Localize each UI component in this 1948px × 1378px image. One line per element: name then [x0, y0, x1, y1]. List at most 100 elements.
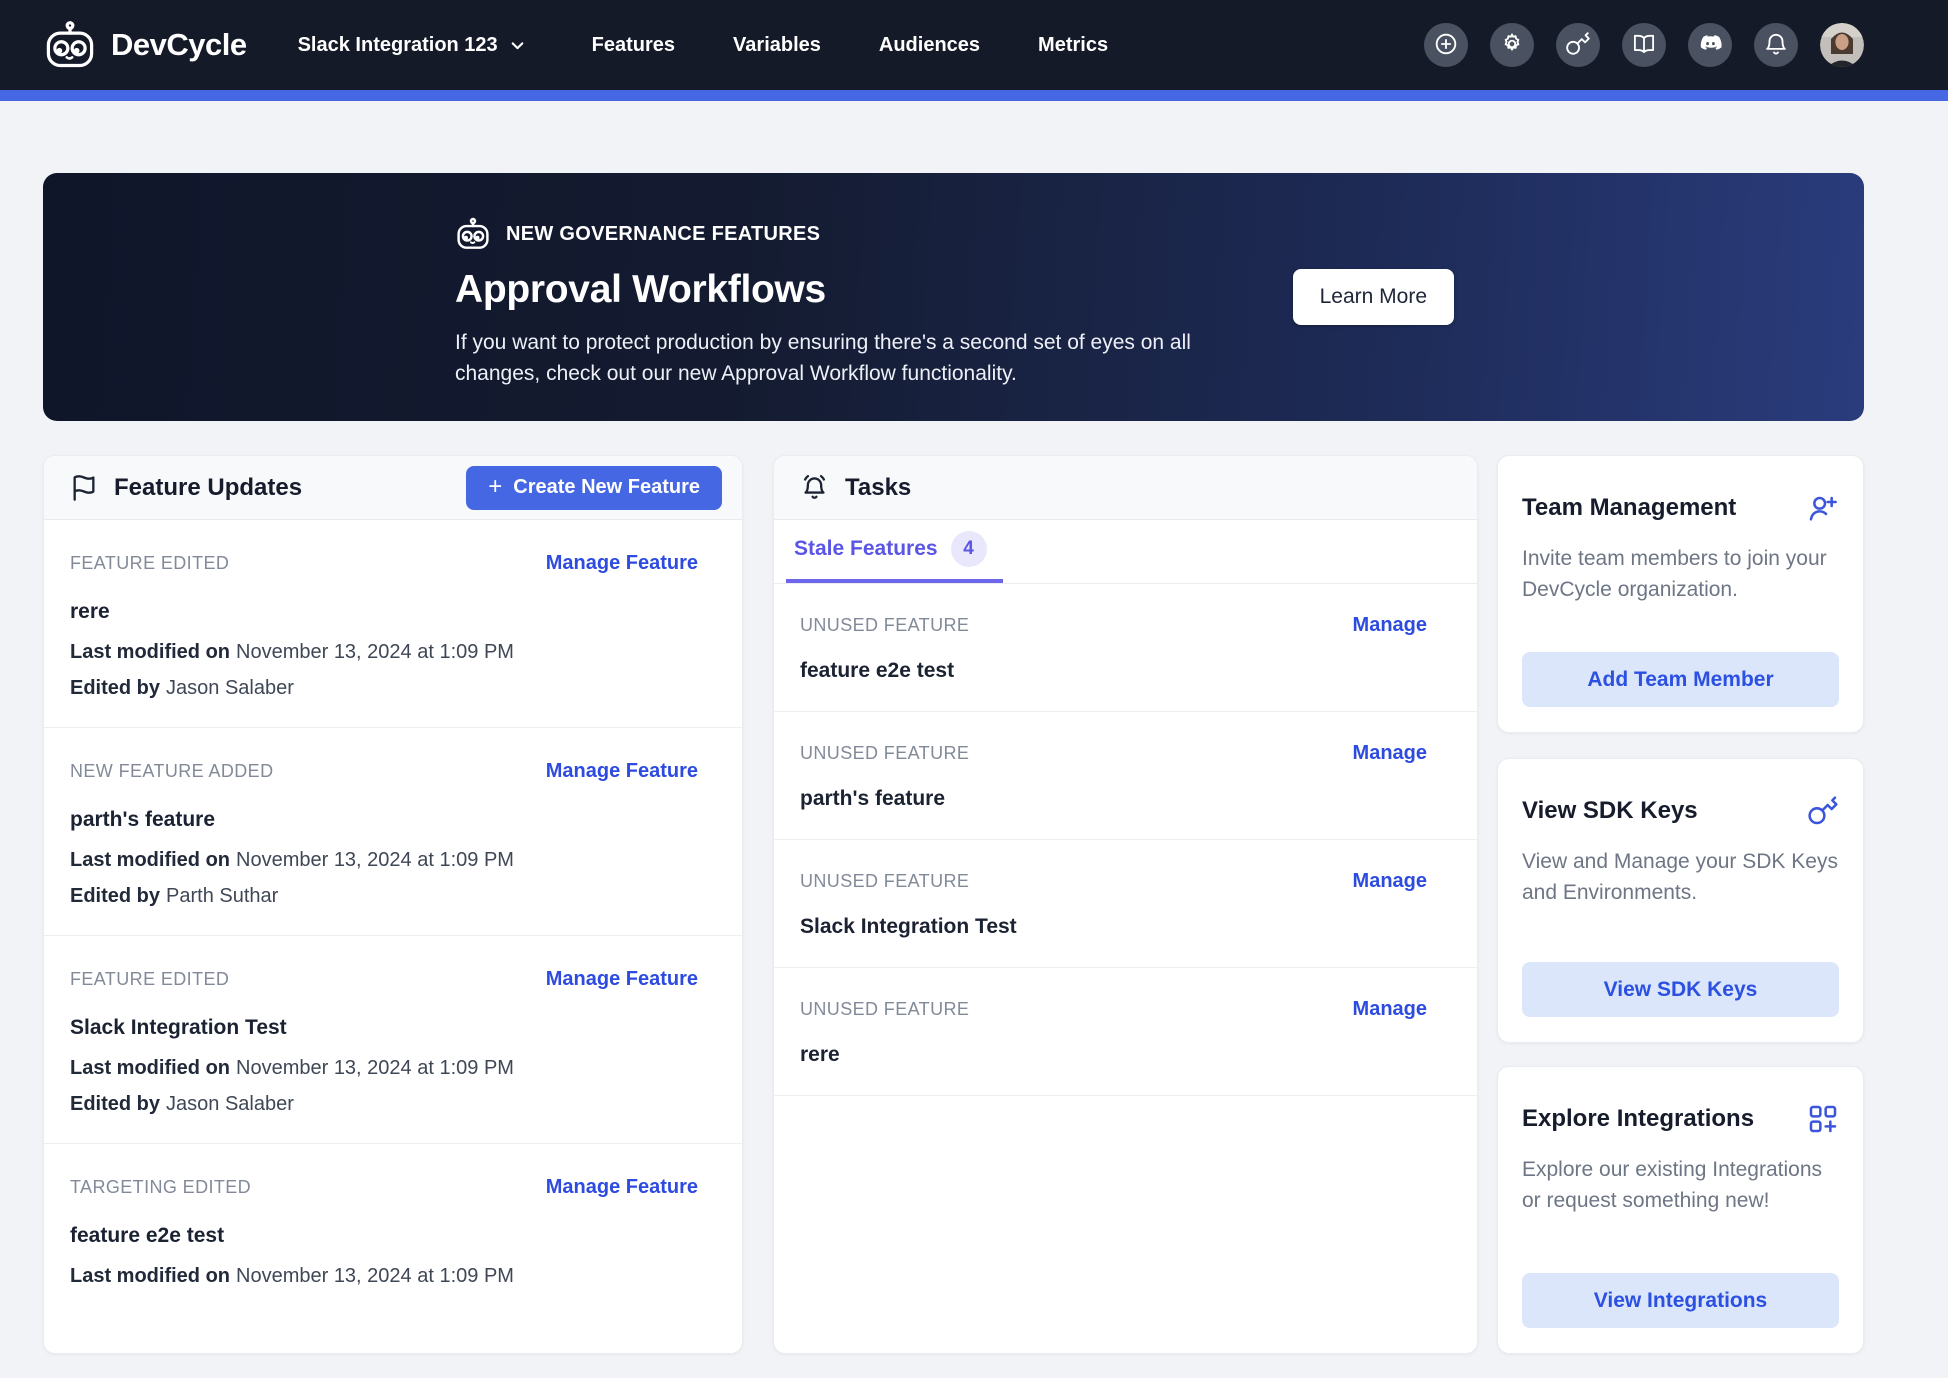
brand-name: DevCycle	[111, 27, 247, 63]
stale-features-count-badge: 4	[951, 531, 987, 567]
feature-name: rere	[70, 600, 698, 624]
create-button[interactable]	[1424, 23, 1468, 67]
notifications-bell-icon	[1763, 31, 1789, 60]
task-type-label: UNUSED FEATURE	[800, 615, 969, 636]
team-management-card: Team Management Invite team members to j…	[1497, 455, 1864, 733]
create-new-feature-button[interactable]: + Create New Feature	[466, 466, 722, 510]
task-type-label: UNUSED FEATURE	[800, 871, 969, 892]
event-type-label: TARGETING EDITED	[70, 1177, 251, 1198]
task-type-label: UNUSED FEATURE	[800, 743, 969, 764]
nav-item-metrics[interactable]: Metrics	[1038, 34, 1108, 57]
manage-link[interactable]: Manage	[1353, 742, 1427, 765]
primary-nav: Features Variables Audiences Metrics	[592, 34, 1108, 57]
manage-feature-link[interactable]: Manage Feature	[546, 968, 698, 991]
last-modified-line: Last modified onNovember 13, 2024 at 1:0…	[70, 1265, 698, 1288]
discord-button[interactable]	[1688, 23, 1732, 67]
brand: DevCycle	[43, 20, 247, 70]
docs-button[interactable]	[1622, 23, 1666, 67]
bell-ring-icon	[800, 473, 829, 502]
feature-update-row: TARGETING EDITED Manage Feature feature …	[44, 1144, 742, 1315]
feature-name: parth's feature	[70, 808, 698, 832]
feature-update-row: NEW FEATURE ADDED Manage Feature parth's…	[44, 728, 742, 936]
learn-more-button[interactable]: Learn More	[1293, 269, 1454, 325]
plus-icon: +	[488, 473, 502, 501]
explore-integrations-title: Explore Integrations	[1522, 1105, 1754, 1133]
project-selector[interactable]: Slack Integration 123	[298, 34, 526, 57]
main-content: NEW GOVERNANCE FEATURES Approval Workflo…	[0, 101, 1948, 1354]
feature-name: Slack Integration Test	[70, 1016, 698, 1040]
task-row: UNUSED FEATURE Manage rere	[774, 968, 1477, 1096]
view-sdk-keys-title: View SDK Keys	[1522, 797, 1698, 825]
nav-item-features[interactable]: Features	[592, 34, 675, 57]
event-type-label: NEW FEATURE ADDED	[70, 761, 273, 782]
nav-item-variables[interactable]: Variables	[733, 34, 821, 57]
add-team-member-button[interactable]: Add Team Member	[1522, 652, 1839, 707]
task-type-label: UNUSED FEATURE	[800, 999, 969, 1020]
explore-integrations-description: Explore our existing Integrations or req…	[1522, 1154, 1839, 1216]
settings-button[interactable]	[1490, 23, 1534, 67]
edited-by-line: Edited byParth Suthar	[70, 885, 698, 908]
tasks-card: Tasks Stale Features 4 UNUSED FEATURE Ma…	[773, 455, 1478, 1354]
discord-icon	[1697, 30, 1724, 60]
user-plus-icon	[1807, 492, 1839, 524]
manage-feature-link[interactable]: Manage Feature	[546, 760, 698, 783]
togglebot-robot-icon	[455, 217, 491, 251]
team-management-title: Team Management	[1522, 494, 1736, 522]
task-feature-name: parth's feature	[800, 787, 1427, 811]
task-feature-name: rere	[800, 1043, 1427, 1067]
manage-link[interactable]: Manage	[1353, 870, 1427, 893]
feature-update-row: FEATURE EDITED Manage Feature Slack Inte…	[44, 936, 742, 1144]
hero-description: If you want to protect production by ens…	[455, 327, 1225, 389]
manage-feature-link[interactable]: Manage Feature	[546, 552, 698, 575]
key-icon	[1807, 795, 1839, 827]
devcycle-logo-icon	[43, 20, 97, 70]
settings-gear-icon	[1499, 31, 1525, 60]
last-modified-line: Last modified onNovember 13, 2024 at 1:0…	[70, 641, 698, 664]
tasks-header: Tasks	[774, 456, 1477, 520]
task-row: UNUSED FEATURE Manage Slack Integration …	[774, 840, 1477, 968]
avatar-photo	[1820, 23, 1864, 67]
edited-by-line: Edited byJason Salaber	[70, 1093, 698, 1116]
feature-name: feature e2e test	[70, 1224, 698, 1248]
hero-eyebrow: NEW GOVERNANCE FEATURES	[455, 217, 1864, 251]
feature-updates-header: Feature Updates + Create New Feature	[44, 456, 742, 520]
accent-bar	[0, 90, 1948, 101]
manage-link[interactable]: Manage	[1353, 998, 1427, 1021]
last-modified-line: Last modified onNovember 13, 2024 at 1:0…	[70, 849, 698, 872]
grid-plus-icon	[1807, 1103, 1839, 1135]
task-row: UNUSED FEATURE Manage feature e2e test	[774, 584, 1477, 712]
hero-eyebrow-text: NEW GOVERNANCE FEATURES	[506, 223, 820, 246]
explore-integrations-card: Explore Integrations Explore our existin…	[1497, 1066, 1864, 1354]
create-icon	[1433, 31, 1459, 60]
top-nav: DevCycle Slack Integration 123 Features …	[0, 0, 1948, 90]
nav-item-audiences[interactable]: Audiences	[879, 34, 980, 57]
task-feature-name: Slack Integration Test	[800, 915, 1427, 939]
view-sdk-keys-description: View and Manage your SDK Keys and Enviro…	[1522, 846, 1839, 908]
hero-title: Approval Workflows	[455, 268, 1864, 312]
feature-updates-card: Feature Updates + Create New Feature FEA…	[43, 455, 743, 1354]
view-sdk-keys-button[interactable]: View SDK Keys	[1522, 962, 1839, 1017]
chevron-down-icon	[509, 37, 526, 54]
flag-icon	[70, 474, 98, 502]
view-sdk-keys-card: View SDK Keys View and Manage your SDK K…	[1497, 758, 1864, 1043]
last-modified-line: Last modified onNovember 13, 2024 at 1:0…	[70, 1057, 698, 1080]
task-feature-name: feature e2e test	[800, 659, 1427, 683]
avatar[interactable]	[1820, 23, 1864, 67]
view-integrations-button[interactable]: View Integrations	[1522, 1273, 1839, 1328]
project-selector-label: Slack Integration 123	[298, 34, 498, 57]
tab-stale-features[interactable]: Stale Features 4	[786, 519, 1003, 583]
manage-feature-link[interactable]: Manage Feature	[546, 1176, 698, 1199]
docs-book-icon	[1631, 31, 1657, 60]
manage-link[interactable]: Manage	[1353, 614, 1427, 637]
feature-update-row: FEATURE EDITED Manage Feature rere Last …	[44, 520, 742, 728]
edited-by-line: Edited byJason Salaber	[70, 677, 698, 700]
hero-banner: NEW GOVERNANCE FEATURES Approval Workflo…	[43, 173, 1864, 421]
sidebar-cards: Team Management Invite team members to j…	[1497, 455, 1864, 1354]
notifications-button[interactable]	[1754, 23, 1798, 67]
sdk-keys-button[interactable]	[1556, 23, 1600, 67]
nav-icon-group	[1424, 23, 1864, 67]
event-type-label: FEATURE EDITED	[70, 969, 229, 990]
team-management-description: Invite team members to join your DevCycl…	[1522, 543, 1839, 605]
sdk-key-icon	[1565, 31, 1591, 60]
tasks-tab-row: Stale Features 4	[774, 520, 1477, 584]
